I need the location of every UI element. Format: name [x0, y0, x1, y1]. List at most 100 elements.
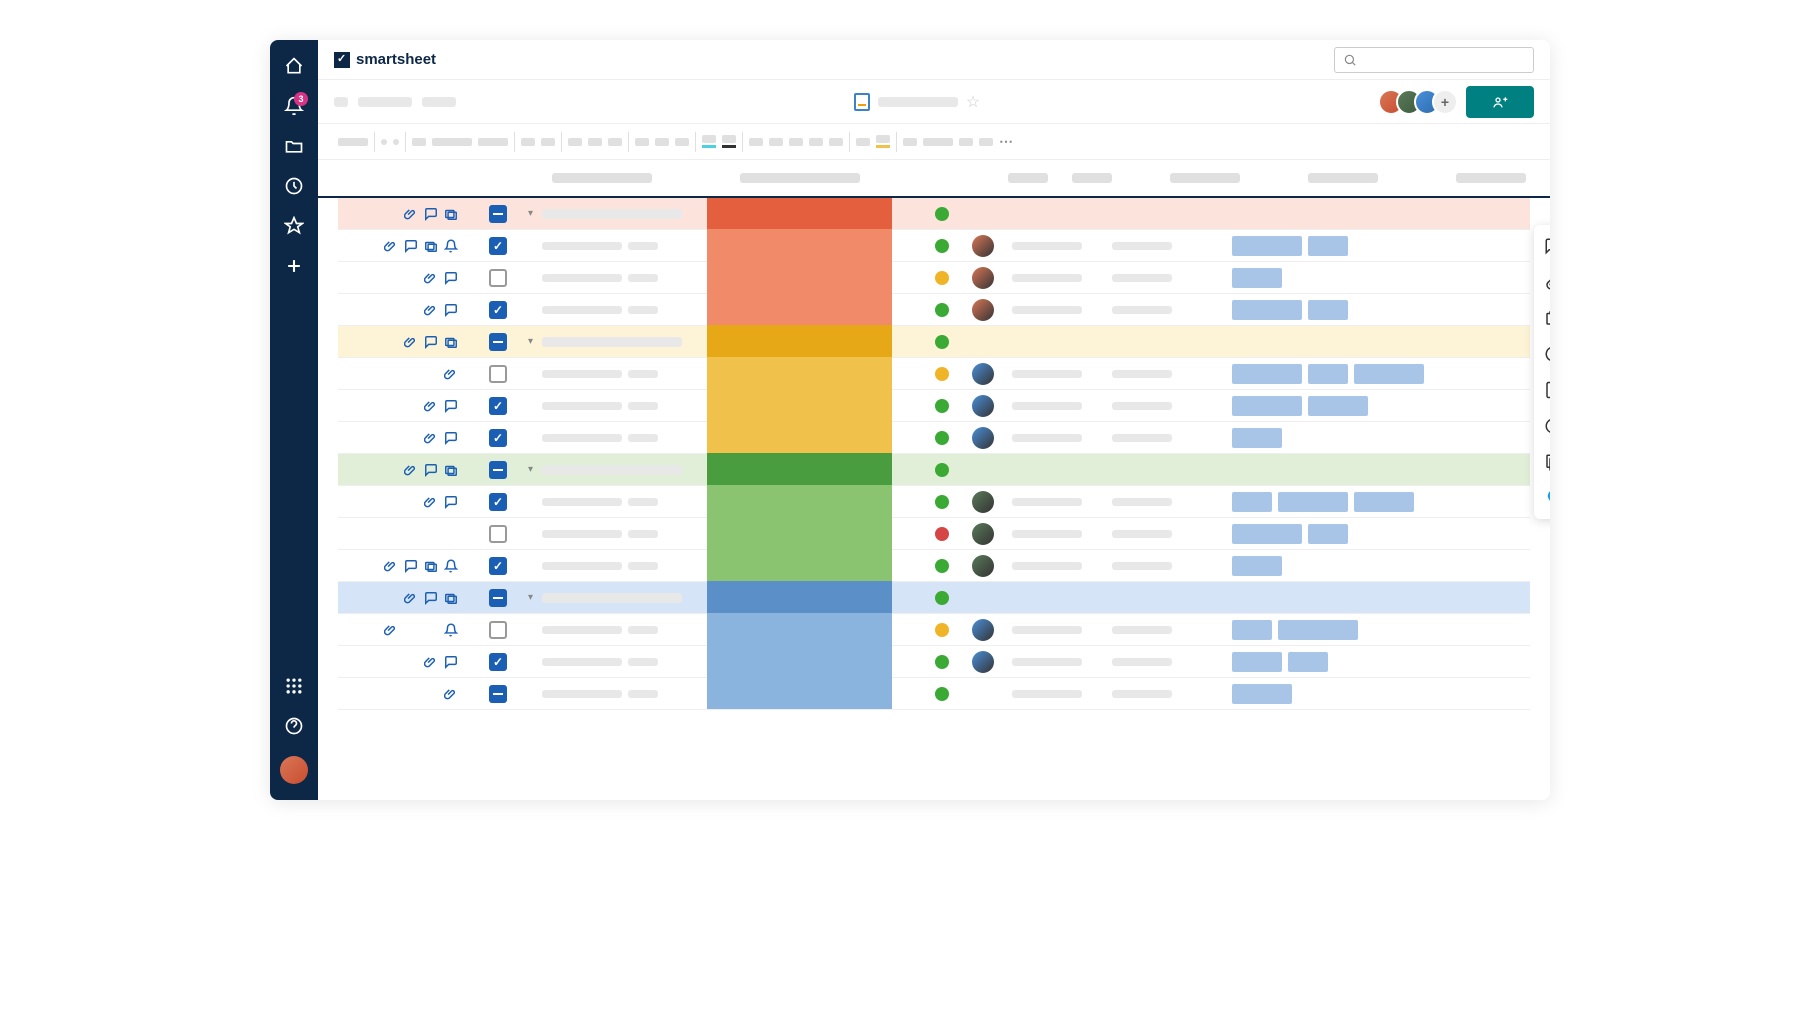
text-cell[interactable]	[1112, 274, 1222, 282]
text-cell[interactable]	[1112, 690, 1222, 698]
checkbox[interactable]	[489, 525, 507, 543]
checkbox[interactable]	[489, 461, 507, 479]
status-color-cell[interactable]	[707, 229, 892, 261]
assignee-avatar[interactable]	[972, 363, 994, 385]
proof-icon[interactable]	[424, 239, 438, 253]
reminder-icon[interactable]	[444, 239, 458, 253]
proof-icon[interactable]	[444, 335, 458, 349]
summary-icon[interactable]	[1544, 453, 1550, 471]
tag-pill[interactable]	[1354, 492, 1414, 512]
primary-text-cell[interactable]	[542, 465, 707, 475]
attach-icon[interactable]	[384, 239, 398, 253]
tag-pill[interactable]	[1232, 396, 1302, 416]
table-row[interactable]: ✓	[338, 486, 1530, 518]
attach-icon[interactable]	[404, 207, 418, 221]
status-color-cell[interactable]	[707, 389, 892, 421]
table-row[interactable]	[338, 358, 1530, 390]
notifications-icon[interactable]: 3	[284, 96, 304, 116]
text-cell[interactable]	[1012, 242, 1112, 250]
text-cell[interactable]	[1112, 242, 1222, 250]
checkbox[interactable]	[489, 269, 507, 287]
avatar-more[interactable]: +	[1432, 89, 1458, 115]
text-cell[interactable]	[1112, 402, 1222, 410]
add-icon[interactable]	[284, 256, 304, 276]
comment-icon[interactable]	[444, 495, 458, 509]
comment-icon[interactable]	[424, 207, 438, 221]
attach-icon[interactable]	[424, 431, 438, 445]
checkbox[interactable]: ✓	[489, 237, 507, 255]
reminder-icon[interactable]	[444, 623, 458, 637]
assignee-avatar[interactable]	[972, 235, 994, 257]
toolbar-button[interactable]	[432, 138, 472, 146]
checkbox[interactable]: ✓	[489, 493, 507, 511]
attach-icon[interactable]	[444, 687, 458, 701]
status-color-cell[interactable]	[707, 645, 892, 677]
table-row[interactable]	[338, 614, 1530, 646]
checkbox[interactable]	[489, 685, 507, 703]
table-row[interactable]: ✓	[338, 422, 1530, 454]
toolbar-button[interactable]	[959, 138, 973, 146]
update-requests-icon[interactable]	[1544, 345, 1550, 363]
assignee-avatar[interactable]	[972, 651, 994, 673]
primary-text-cell[interactable]	[542, 337, 707, 347]
checkbox[interactable]: ✓	[489, 301, 507, 319]
activity-log-icon[interactable]	[1544, 417, 1550, 435]
comment-icon[interactable]	[444, 431, 458, 445]
assignee-avatar[interactable]	[972, 267, 994, 289]
column-header[interactable]	[1308, 173, 1378, 183]
tag-pill[interactable]	[1308, 524, 1348, 544]
primary-text-cell[interactable]	[542, 658, 707, 666]
favorites-icon[interactable]	[284, 216, 304, 236]
status-color-cell[interactable]	[707, 485, 892, 517]
tag-pill[interactable]	[1308, 300, 1348, 320]
assignee-avatar[interactable]	[972, 427, 994, 449]
text-cell[interactable]	[1012, 530, 1112, 538]
checkbox[interactable]: ✓	[489, 653, 507, 671]
primary-text-cell[interactable]	[542, 562, 707, 570]
comment-icon[interactable]	[444, 303, 458, 317]
toolbar-button[interactable]	[809, 138, 823, 146]
attach-icon[interactable]	[444, 367, 458, 381]
toolbar-button[interactable]	[675, 138, 689, 146]
checkbox[interactable]: ✓	[489, 397, 507, 415]
proof-icon[interactable]	[424, 559, 438, 573]
toolbar-button[interactable]	[769, 138, 783, 146]
attach-icon[interactable]	[404, 463, 418, 477]
toolbar-button[interactable]	[608, 138, 622, 146]
primary-text-cell[interactable]	[542, 593, 707, 603]
collapse-icon[interactable]: ▾	[528, 464, 542, 475]
browse-icon[interactable]	[284, 136, 304, 156]
status-color-cell[interactable]	[707, 261, 892, 293]
toolbar-button[interactable]	[393, 139, 399, 145]
primary-text-cell[interactable]	[542, 626, 707, 634]
status-color-cell[interactable]	[707, 293, 892, 325]
collapse-icon[interactable]: ▾	[528, 208, 542, 219]
primary-text-cell[interactable]	[542, 306, 707, 314]
attach-icon[interactable]	[424, 399, 438, 413]
table-row[interactable]	[338, 518, 1530, 550]
primary-text-cell[interactable]	[542, 530, 707, 538]
toolbar-button[interactable]	[541, 138, 555, 146]
tag-pill[interactable]	[1232, 492, 1272, 512]
checkbox[interactable]	[489, 589, 507, 607]
highlight-button[interactable]	[876, 135, 890, 148]
column-header[interactable]	[1170, 173, 1240, 183]
proof-icon[interactable]	[444, 463, 458, 477]
brand-logo[interactable]: smartsheet	[334, 51, 436, 68]
text-cell[interactable]	[1112, 498, 1222, 506]
text-cell[interactable]	[1012, 498, 1112, 506]
checkbox[interactable]	[489, 333, 507, 351]
tag-pill[interactable]	[1288, 652, 1328, 672]
status-color-cell[interactable]	[707, 677, 892, 709]
toolbar-button[interactable]	[568, 138, 582, 146]
primary-text-cell[interactable]	[542, 370, 707, 378]
comment-icon[interactable]	[444, 655, 458, 669]
text-cell[interactable]	[1112, 434, 1222, 442]
reminder-icon[interactable]	[444, 559, 458, 573]
status-color-cell[interactable]	[707, 517, 892, 549]
attach-icon[interactable]	[404, 591, 418, 605]
attach-icon[interactable]	[424, 495, 438, 509]
share-button[interactable]	[1466, 86, 1534, 118]
table-row[interactable]: ✓	[338, 646, 1530, 678]
attachments-icon[interactable]	[1544, 273, 1550, 291]
